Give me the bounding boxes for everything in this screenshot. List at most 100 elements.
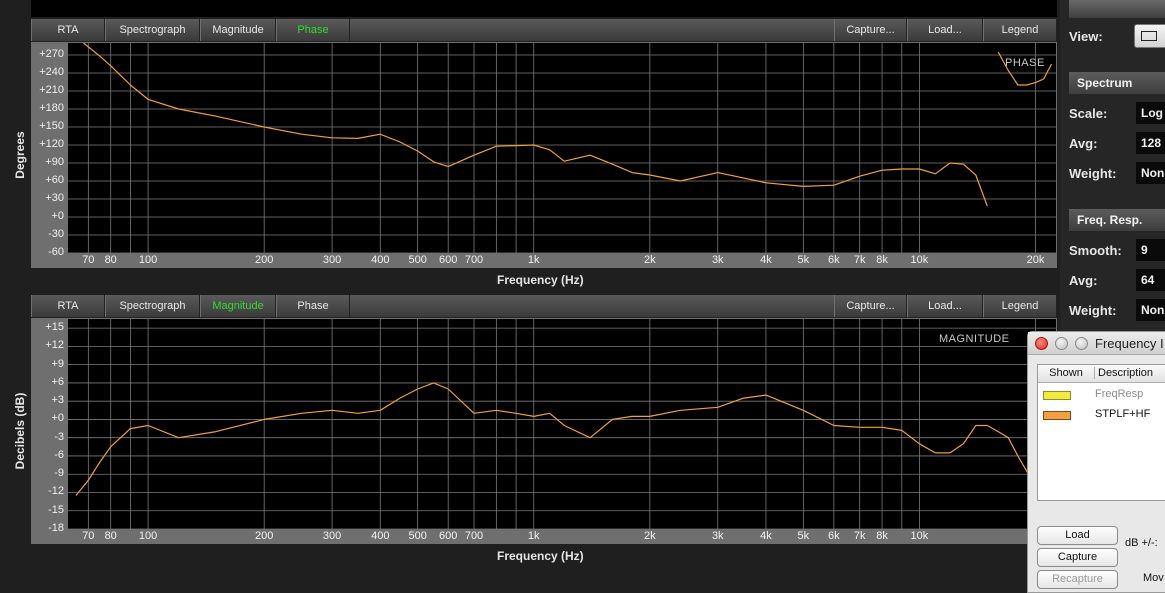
magnitude-y-tick-label: +9 [51,357,64,370]
magnitude-x-tick-label: 4k [760,530,772,542]
stplf-description: STPLF+HF [1095,408,1151,420]
capture-button-dialog[interactable]: Capture [1037,548,1118,567]
magnitude-toolbar: RTA Spectrograph Magnitude Phase Capture… [31,295,1057,318]
magnitude-x-tick-label: 5k [797,530,810,542]
magnitude-y-tick-label: -15 [48,503,64,516]
view-button[interactable] [1134,24,1165,48]
phase-y-tick-label: +270 [39,48,64,60]
phase-x-tick-label: 70 [82,254,95,266]
phase-y-tick-label: +30 [45,192,64,204]
tab-magnitude[interactable]: Magnitude [200,19,276,41]
weight2-select[interactable]: Non [1136,299,1165,321]
magnitude-y-tick-label: +15 [45,321,64,334]
phase-y-tick-label: +210 [39,84,64,96]
dialog-title: Frequency I [1095,336,1164,351]
col-description[interactable]: Description [1094,367,1153,379]
close-icon[interactable] [1035,337,1048,350]
phase-y-tick-label: +120 [39,138,64,150]
tab-spectrograph-2[interactable]: Spectrograph [105,295,200,317]
magnitude-x-tick-label: 400 [371,530,390,542]
weight-select[interactable]: Non [1136,162,1165,184]
recapture-button[interactable]: Recapture [1037,570,1118,589]
magnitude-y-tick-label: +6 [51,375,64,388]
magnitude-x-tick-label: 8k [876,530,888,542]
dialog-titlebar[interactable]: Frequency I [1028,332,1165,355]
avg-select[interactable]: 128 [1136,132,1165,154]
col-shown[interactable]: Shown [1041,367,1091,379]
minimize-icon[interactable] [1055,337,1068,350]
phase-x-tick-label: 3k [711,254,724,266]
legend-row[interactable]: FreqResp [1038,386,1165,404]
magnitude-x-tick-label: 6k [828,530,840,542]
phase-x-tick-label: 2k [644,254,656,266]
magnitude-y-tick-label: +0 [51,412,64,425]
phase-y-axis-title: Degrees [13,131,27,179]
magnitude-x-tick-label: 700 [464,530,484,542]
phase-plot-background [68,43,1056,253]
weight2-label: Weight: [1069,303,1117,318]
legend-button[interactable]: Legend [983,19,1057,41]
tab-rta-2[interactable]: RTA [31,295,105,317]
magnitude-y-tick-label: -18 [48,522,64,534]
smooth-select[interactable]: 9 [1136,239,1165,261]
tab-rta[interactable]: RTA [31,19,105,41]
avg2-label: Avg: [1069,273,1098,288]
phase-y-tick-label: +90 [45,156,64,168]
magnitude-x-tick-label: 300 [322,530,342,542]
view-label: View: [1069,29,1103,44]
phase-corner-label: PHASE [1005,57,1045,69]
magnitude-y-tick-label: -3 [54,430,64,443]
stplf-swatch[interactable] [1043,411,1071,420]
load-button-dialog[interactable]: Load [1037,526,1118,545]
move-label: Mov [1143,572,1164,584]
load-button[interactable]: Load... [907,19,983,41]
phase-x-tick-label: 7k [853,254,866,266]
capture-button-2[interactable]: Capture... [834,295,907,317]
legend-button-2[interactable]: Legend [983,295,1057,317]
phase-x-tick-label: 8k [876,254,888,266]
phase-x-tick-label: 4k [760,254,772,266]
magnitude-x-tick-label: 200 [254,530,274,542]
magnitude-corner-label: MAGNITUDE [939,333,1010,345]
freq-resp-section-header[interactable]: Freq. Resp. [1069,209,1165,231]
freqresp-swatch[interactable] [1043,391,1071,400]
magnitude-x-axis-title: Frequency (Hz) [497,549,584,563]
magnitude-y-tick-label: -12 [48,485,64,498]
zoom-icon[interactable] [1075,337,1088,350]
phase-x-tick-label: 500 [408,254,427,266]
tab-phase-2[interactable]: Phase [276,295,350,317]
capture-button[interactable]: Capture... [834,19,907,41]
freqresp-description: FreqResp [1095,388,1144,400]
spectrum-section-header[interactable]: Spectrum [1069,72,1165,94]
tab-magnitude-2[interactable]: Magnitude [200,295,276,317]
phase-x-tick-label: 700 [464,254,484,266]
phase-x-axis-title: Frequency (Hz) [497,273,584,287]
phase-x-tick-label: 200 [254,254,274,266]
phase-x-tick-label: 80 [104,254,117,266]
magnitude-x-tick-label: 3k [711,530,724,542]
legend-row[interactable]: STPLF+HF [1038,406,1165,424]
load-button-2[interactable]: Load... [907,295,983,317]
avg2-select[interactable]: 64 [1136,269,1165,291]
magnitude-x-tick-label: 70 [82,530,95,542]
legend-table-header: Shown Description [1038,365,1165,383]
phase-y-tick-label: +150 [39,120,64,132]
phase-x-tick-label: 1k [527,254,540,266]
top-right-header [1069,0,1165,18]
weight-label: Weight: [1069,166,1117,181]
phase-x-tick-label: 300 [322,254,342,266]
phase-y-tick-label: -30 [48,228,64,240]
magnitude-x-tick-label: 100 [138,530,158,542]
magnitude-x-tick-label: 600 [438,530,458,542]
phase-y-tick-label: +60 [45,174,64,186]
tab-spectrograph[interactable]: Spectrograph [105,19,200,41]
window-icon [1141,31,1157,41]
phase-y-tick-label: +180 [39,102,64,114]
scale-select[interactable]: Log [1136,102,1165,124]
magnitude-chart [68,319,1056,529]
tab-phase[interactable]: Phase [276,19,350,41]
phase-x-tick-label: 10k [910,254,929,266]
magnitude-y-tick-label: +3 [51,394,64,407]
magnitude-x-tick-label: 10k [910,530,929,542]
top-strip [31,0,1057,17]
